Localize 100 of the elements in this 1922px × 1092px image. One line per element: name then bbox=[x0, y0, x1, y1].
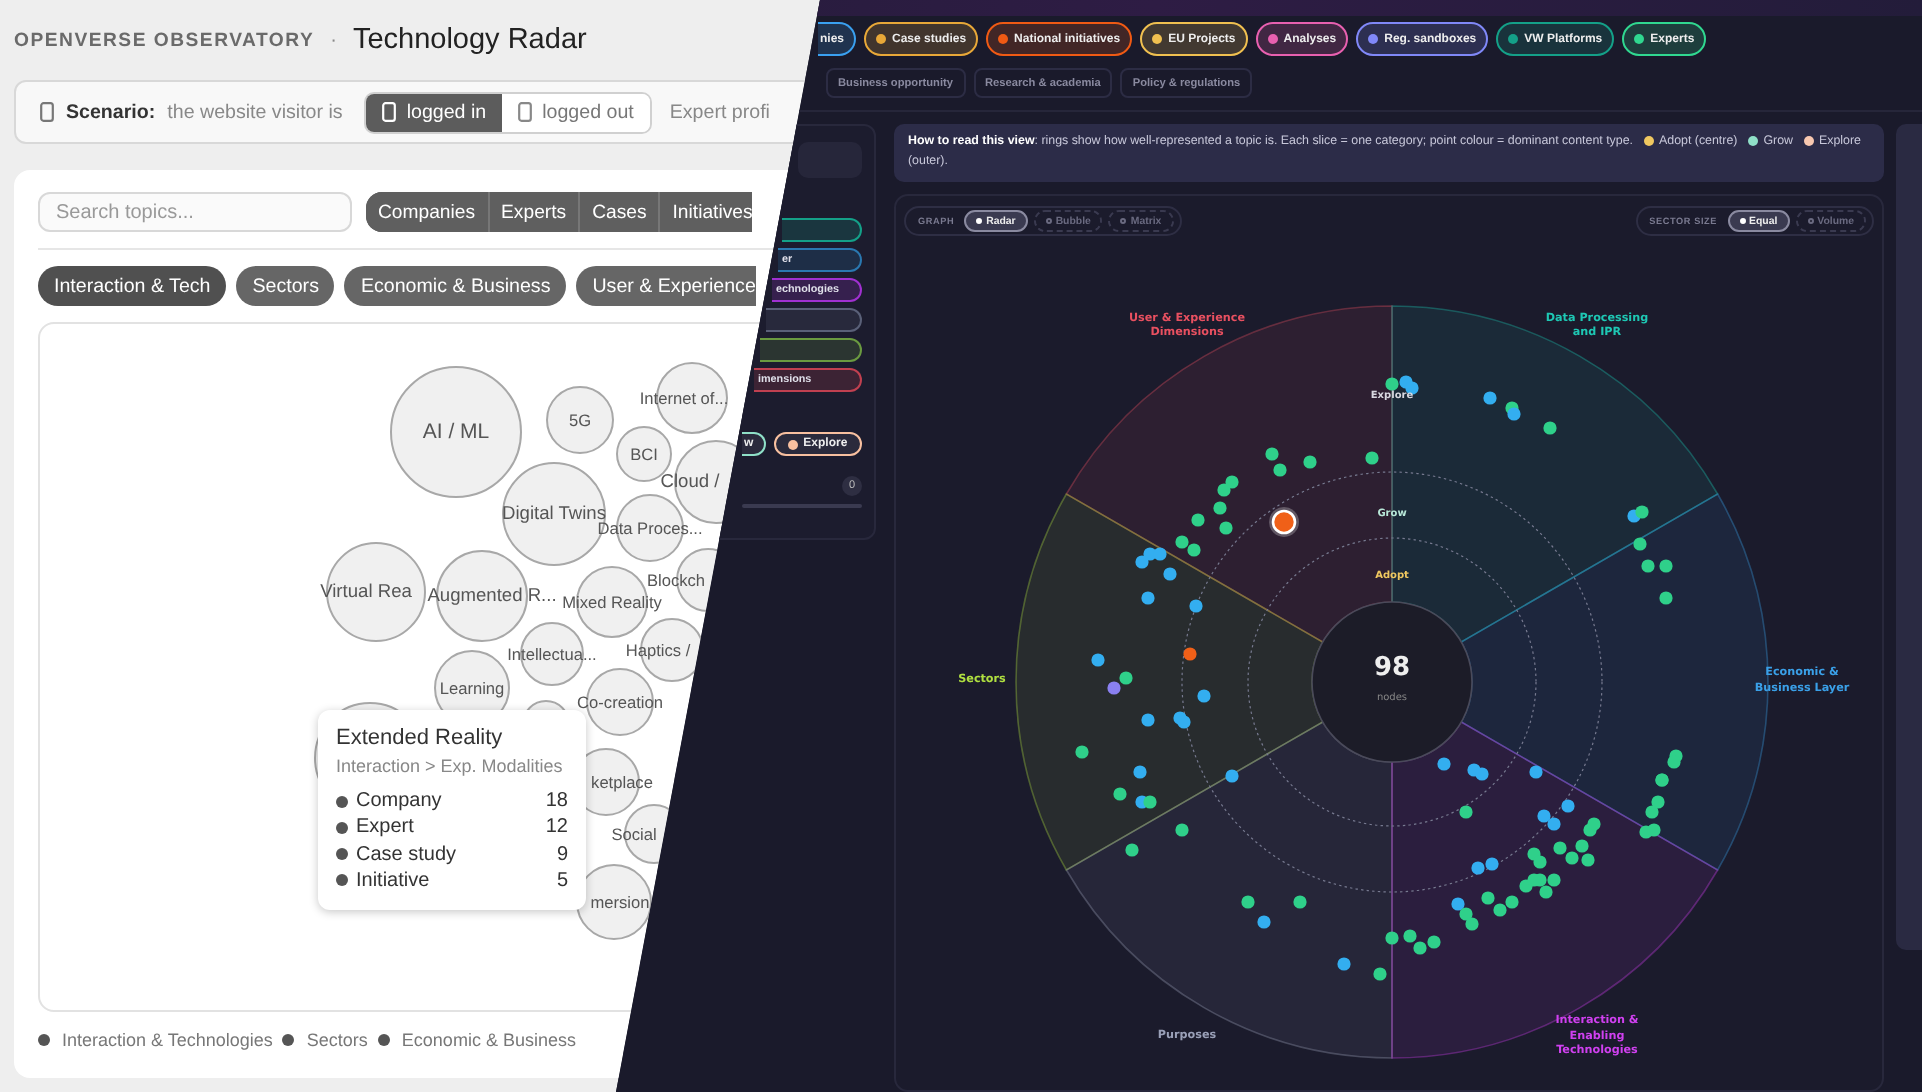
highlighted-point[interactable] bbox=[1269, 507, 1299, 538]
data-point[interactable] bbox=[1533, 856, 1547, 870]
data-point[interactable] bbox=[1505, 896, 1519, 910]
data-point[interactable] bbox=[1641, 560, 1655, 574]
category-filter[interactable] bbox=[766, 308, 862, 332]
data-point[interactable] bbox=[1481, 892, 1495, 906]
bubble-label: 5G bbox=[568, 411, 592, 429]
data-point[interactable] bbox=[1659, 560, 1673, 574]
category-chip[interactable]: User & Experience bbox=[576, 266, 756, 306]
data-point[interactable] bbox=[1561, 800, 1575, 814]
data-point[interactable] bbox=[1373, 968, 1387, 982]
data-point[interactable] bbox=[1135, 556, 1149, 570]
data-point[interactable] bbox=[1385, 932, 1399, 946]
bubble-label: AI / ML bbox=[422, 421, 490, 443]
data-point[interactable] bbox=[1413, 942, 1427, 956]
data-point[interactable] bbox=[1273, 464, 1287, 478]
data-point[interactable] bbox=[1483, 392, 1497, 406]
data-point[interactable] bbox=[1143, 796, 1157, 810]
data-point[interactable] bbox=[1213, 502, 1227, 516]
data-point[interactable] bbox=[1659, 592, 1673, 606]
data-point[interactable] bbox=[1529, 766, 1543, 780]
data-point[interactable] bbox=[1337, 958, 1351, 972]
data-point[interactable] bbox=[1635, 506, 1649, 520]
data-point[interactable] bbox=[1547, 818, 1561, 832]
tooltip-row-label: Expert bbox=[356, 816, 414, 839]
data-point[interactable] bbox=[1197, 690, 1211, 704]
scenario-option[interactable]: logged out bbox=[502, 93, 650, 131]
data-point[interactable] bbox=[1163, 568, 1177, 582]
data-point[interactable] bbox=[1365, 452, 1379, 466]
data-point[interactable] bbox=[1587, 818, 1601, 832]
bubble-label: mersion bbox=[590, 893, 650, 911]
data-point[interactable] bbox=[1141, 714, 1155, 728]
data-point[interactable] bbox=[1451, 898, 1465, 912]
data-point[interactable] bbox=[1191, 514, 1205, 528]
data-point[interactable] bbox=[1437, 758, 1451, 772]
bubble-label: Internet of... bbox=[639, 389, 729, 407]
tooltip-row-value: 18 bbox=[545, 790, 568, 813]
data-point[interactable] bbox=[1217, 484, 1231, 498]
scenario-text: the website visitor is bbox=[167, 101, 343, 123]
data-point[interactable] bbox=[1075, 746, 1089, 760]
data-point[interactable] bbox=[1485, 858, 1499, 872]
data-point[interactable] bbox=[1427, 936, 1441, 950]
data-point[interactable] bbox=[1183, 648, 1197, 662]
data-point[interactable] bbox=[1113, 788, 1127, 802]
data-point[interactable] bbox=[1533, 874, 1547, 888]
search-field[interactable]: Search topics... bbox=[38, 192, 352, 232]
tooltip-row-value: 12 bbox=[545, 816, 568, 839]
data-point[interactable] bbox=[1547, 874, 1561, 888]
data-point[interactable] bbox=[1133, 766, 1147, 780]
data-point[interactable] bbox=[1459, 806, 1473, 820]
data-point[interactable] bbox=[1537, 810, 1551, 824]
data-point[interactable] bbox=[1539, 886, 1553, 900]
data-point[interactable] bbox=[1651, 796, 1665, 810]
data-point[interactable] bbox=[1107, 682, 1121, 696]
data-point[interactable] bbox=[1125, 844, 1139, 858]
data-point[interactable] bbox=[1667, 756, 1681, 770]
data-point[interactable] bbox=[1265, 448, 1279, 462]
data-point[interactable] bbox=[1465, 918, 1479, 932]
data-point[interactable] bbox=[1565, 852, 1579, 866]
data-point[interactable] bbox=[1645, 806, 1659, 820]
category-chip[interactable]: Sectors bbox=[236, 266, 335, 306]
data-point[interactable] bbox=[1459, 908, 1473, 922]
data-point[interactable] bbox=[1543, 422, 1557, 436]
data-point[interactable] bbox=[1385, 378, 1399, 392]
category-chip[interactable]: Economic & Business bbox=[344, 266, 567, 306]
scenario-option[interactable]: logged in bbox=[366, 93, 503, 131]
data-point[interactable] bbox=[1581, 854, 1595, 868]
data-point[interactable] bbox=[1575, 840, 1589, 854]
data-point[interactable] bbox=[1493, 904, 1507, 918]
data-point[interactable] bbox=[1647, 824, 1661, 838]
data-point[interactable] bbox=[1553, 842, 1567, 856]
data-point[interactable] bbox=[1241, 896, 1255, 910]
data-point[interactable] bbox=[1475, 768, 1489, 782]
data-point[interactable] bbox=[1225, 770, 1239, 784]
tooltip-row-label: Initiative bbox=[356, 869, 430, 892]
legend-label: Economic & Business bbox=[401, 1030, 576, 1050]
data-point[interactable] bbox=[1189, 600, 1203, 614]
data-point[interactable] bbox=[1219, 522, 1233, 536]
data-point[interactable] bbox=[1633, 538, 1647, 552]
data-point[interactable] bbox=[1471, 862, 1485, 876]
category-filter[interactable] bbox=[782, 218, 862, 242]
tooltip-row-label: Case study bbox=[356, 843, 457, 866]
data-point[interactable] bbox=[1403, 930, 1417, 944]
data-point[interactable] bbox=[1141, 592, 1155, 606]
data-point[interactable] bbox=[1303, 456, 1317, 470]
data-point[interactable] bbox=[1507, 408, 1521, 422]
category-chip[interactable]: Interaction & Tech bbox=[38, 266, 227, 306]
data-point[interactable] bbox=[1187, 544, 1201, 558]
data-point[interactable] bbox=[1225, 476, 1239, 490]
data-point[interactable] bbox=[1175, 536, 1189, 550]
data-point[interactable] bbox=[1257, 916, 1271, 930]
data-point[interactable] bbox=[1119, 672, 1133, 686]
data-point[interactable] bbox=[1175, 824, 1189, 838]
category-filter[interactable] bbox=[760, 338, 862, 362]
data-point[interactable] bbox=[1293, 896, 1307, 910]
data-point[interactable] bbox=[1091, 654, 1105, 668]
data-point[interactable] bbox=[1153, 548, 1167, 562]
tooltip-row-value: 9 bbox=[556, 843, 568, 866]
content-type-tab[interactable]: Companies bbox=[366, 192, 490, 232]
data-point[interactable] bbox=[1177, 716, 1191, 730]
